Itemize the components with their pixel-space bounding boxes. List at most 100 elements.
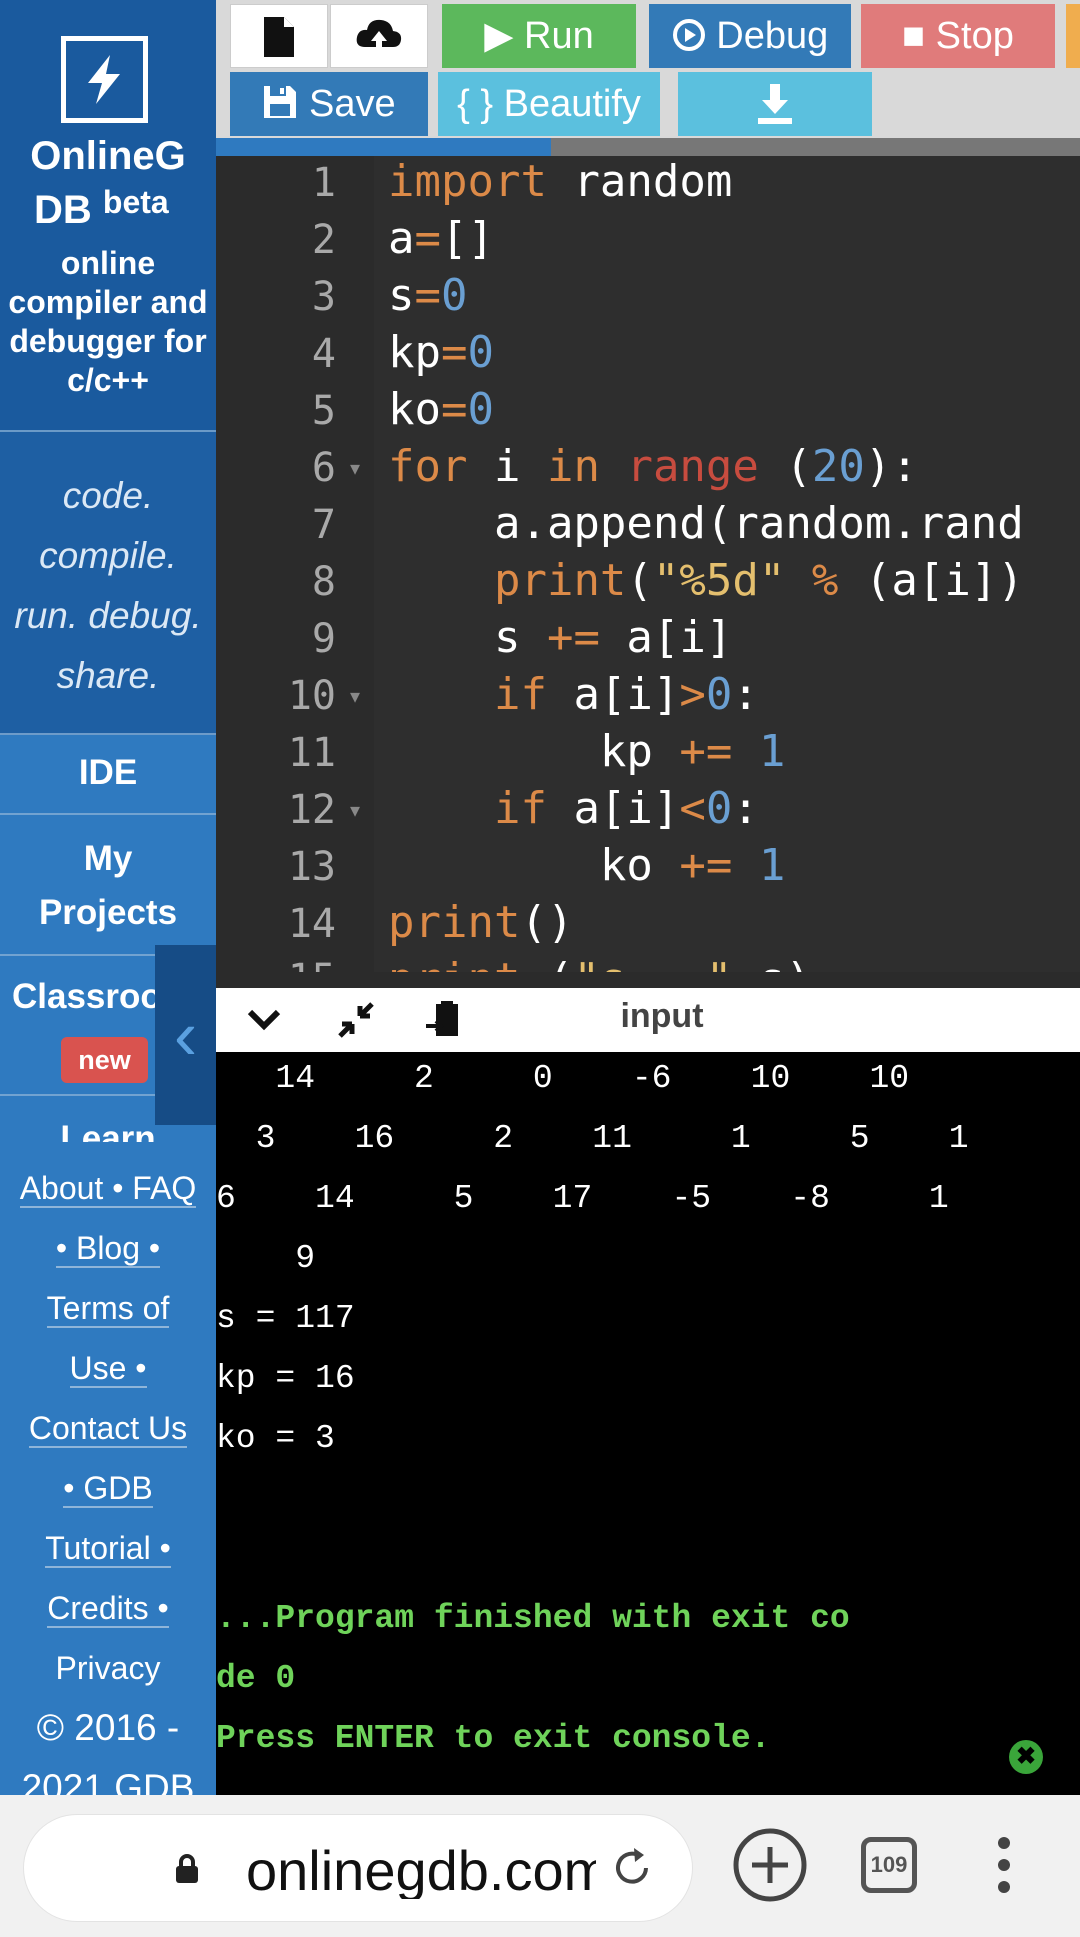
floppy-icon	[264, 86, 297, 118]
press-enter-message: Press ENTER to exit console.	[216, 1720, 771, 1757]
code-line: kp=0	[388, 327, 494, 378]
address-bar[interactable]: onlinegdb.com	[24, 1815, 692, 1921]
code-line: for i in range (20):	[388, 441, 918, 492]
line-number: 1	[311, 160, 336, 206]
debug-label: Debug	[716, 15, 829, 57]
tab-count-button[interactable]: 109	[861, 1837, 917, 1893]
share-button[interactable]	[1066, 4, 1080, 68]
browser-bar: onlinegdb.com 109	[0, 1795, 1080, 1937]
output-line: ko = 3	[216, 1420, 335, 1457]
toolbar: ▶ Run Debug ■ Stop Save { } Beautify	[216, 0, 1080, 153]
logo-icon[interactable]	[61, 36, 148, 123]
output-line: 14 2 0 -6 10 10	[216, 1060, 910, 1097]
footer-privacy[interactable]: Privacy	[56, 1650, 161, 1686]
line-number: 2	[311, 217, 336, 263]
footer-tutorial[interactable]: Tutorial •	[45, 1530, 171, 1568]
brand-line-1: OnlineG	[30, 134, 186, 178]
console-output[interactable]: 14 2 0 -6 10 10 3 16 2 11 1 5 1 6 14 5 1…	[216, 1052, 1080, 1795]
code-line: if a[i]<0:	[493, 783, 759, 834]
footer-credits[interactable]: Credits •	[47, 1590, 169, 1628]
download-icon	[758, 84, 792, 124]
output-line: kp = 16	[216, 1360, 355, 1397]
code-line: print ("s = ",s)	[388, 954, 812, 972]
nav-my-projects-line1: My	[83, 839, 133, 878]
url-text: onlinegdb.com	[246, 1843, 596, 1899]
brand-line-2: DB	[34, 188, 92, 232]
new-file-button[interactable]	[230, 4, 328, 68]
line-number: 5	[311, 388, 336, 434]
save-button[interactable]: Save	[230, 72, 428, 136]
exit-message-line1: ...Program finished with exit co	[216, 1600, 850, 1637]
tab-strip	[216, 138, 1080, 156]
code-line: s += a[i]	[388, 612, 733, 663]
code-line: ko=0	[388, 384, 494, 435]
fold-arrow-icon[interactable]: ▾	[350, 798, 364, 823]
sidebar: OnlineG DB beta online compiler and debu…	[0, 0, 216, 1795]
download-button[interactable]	[678, 72, 872, 136]
code-line: ko += 1	[388, 840, 786, 891]
fold-arrow-icon[interactable]: ▾	[350, 456, 364, 481]
beautify-button[interactable]: { } Beautify	[438, 72, 660, 136]
motto-line: code.	[62, 475, 154, 516]
footer-blog[interactable]: • Blog •	[55, 1230, 161, 1268]
code-line: kp += 1	[388, 726, 786, 777]
stop-button[interactable]: ■ Stop	[861, 4, 1055, 68]
code-editor[interactable]: 1 2 3 4 5 6 7 8 9 10 11 12 13 14 15 ▾ ▾ …	[216, 156, 1080, 972]
reload-icon[interactable]	[610, 1846, 654, 1890]
new-tab-icon[interactable]	[732, 1827, 808, 1903]
close-console-icon[interactable]: ✖	[1009, 1740, 1043, 1774]
brand-name[interactable]: OnlineG DB beta	[0, 133, 216, 233]
clipboard-icon[interactable]	[424, 1000, 464, 1040]
output-line: 3 16 2 11 1 5 1	[216, 1120, 969, 1157]
beta-label: beta	[102, 184, 169, 220]
play-icon: ▶	[484, 15, 514, 57]
collapse-sidebar-button[interactable]: ‹	[155, 945, 216, 1125]
stop-icon: ■	[902, 15, 926, 57]
copyright-line2: 2021 GDB	[21, 1767, 195, 1795]
footer-links: About • FAQ • Blog • Terms of Use • Cont…	[0, 1158, 216, 1795]
chevron-down-icon[interactable]	[244, 1000, 284, 1040]
code-line: print()	[388, 897, 574, 948]
line-number: 13	[287, 844, 336, 890]
footer-contact[interactable]: Contact Us	[28, 1410, 188, 1448]
input-tab[interactable]: input	[602, 988, 722, 1052]
divider	[0, 813, 216, 815]
minimize-icon[interactable]	[336, 1000, 376, 1040]
motto-line: run. debug.	[14, 595, 202, 636]
footer-terms-2[interactable]: Use •	[69, 1350, 147, 1388]
copyright-line1: © 2016 -	[36, 1707, 180, 1748]
fold-arrow-icon[interactable]: ▾	[350, 684, 364, 709]
stop-label: Stop	[935, 15, 1014, 57]
nav-my-projects[interactable]: My Projects	[0, 832, 216, 940]
file-icon	[264, 17, 294, 57]
line-number: 4	[311, 331, 336, 377]
line-number: 11	[287, 730, 336, 776]
active-file-tab[interactable]	[216, 138, 551, 156]
line-number: 14	[287, 901, 336, 947]
debug-button[interactable]: Debug	[649, 4, 851, 68]
line-number: 12	[287, 787, 336, 833]
code-line: print("%5d" % (a[i])	[493, 555, 1024, 606]
line-number: 3	[311, 274, 336, 320]
cloud-upload-icon	[356, 19, 402, 55]
line-number: 10	[287, 673, 336, 719]
nav-my-projects-line2: Projects	[38, 893, 178, 932]
upload-button[interactable]	[330, 4, 428, 68]
code-line: import random	[388, 156, 733, 207]
nav-ide[interactable]: IDE	[0, 746, 216, 800]
more-menu-icon[interactable]	[994, 1835, 1014, 1895]
code-line: if a[i]>0:	[493, 669, 759, 720]
debug-play-icon	[672, 19, 705, 51]
footer-gdb[interactable]: • GDB	[63, 1470, 153, 1508]
code-line: a.append(random.rand	[388, 498, 1024, 549]
footer-terms-1[interactable]: Terms of	[46, 1290, 170, 1328]
line-number: 8	[311, 559, 336, 605]
save-label: Save	[308, 83, 396, 125]
code-line: s=0	[388, 270, 468, 321]
run-label: Run	[524, 15, 594, 57]
line-number: 7	[311, 502, 336, 548]
line-number: 6	[311, 445, 336, 491]
lock-icon	[176, 1854, 198, 1883]
footer-about-faq[interactable]: About • FAQ	[19, 1170, 197, 1208]
run-button[interactable]: ▶ Run	[442, 4, 636, 68]
